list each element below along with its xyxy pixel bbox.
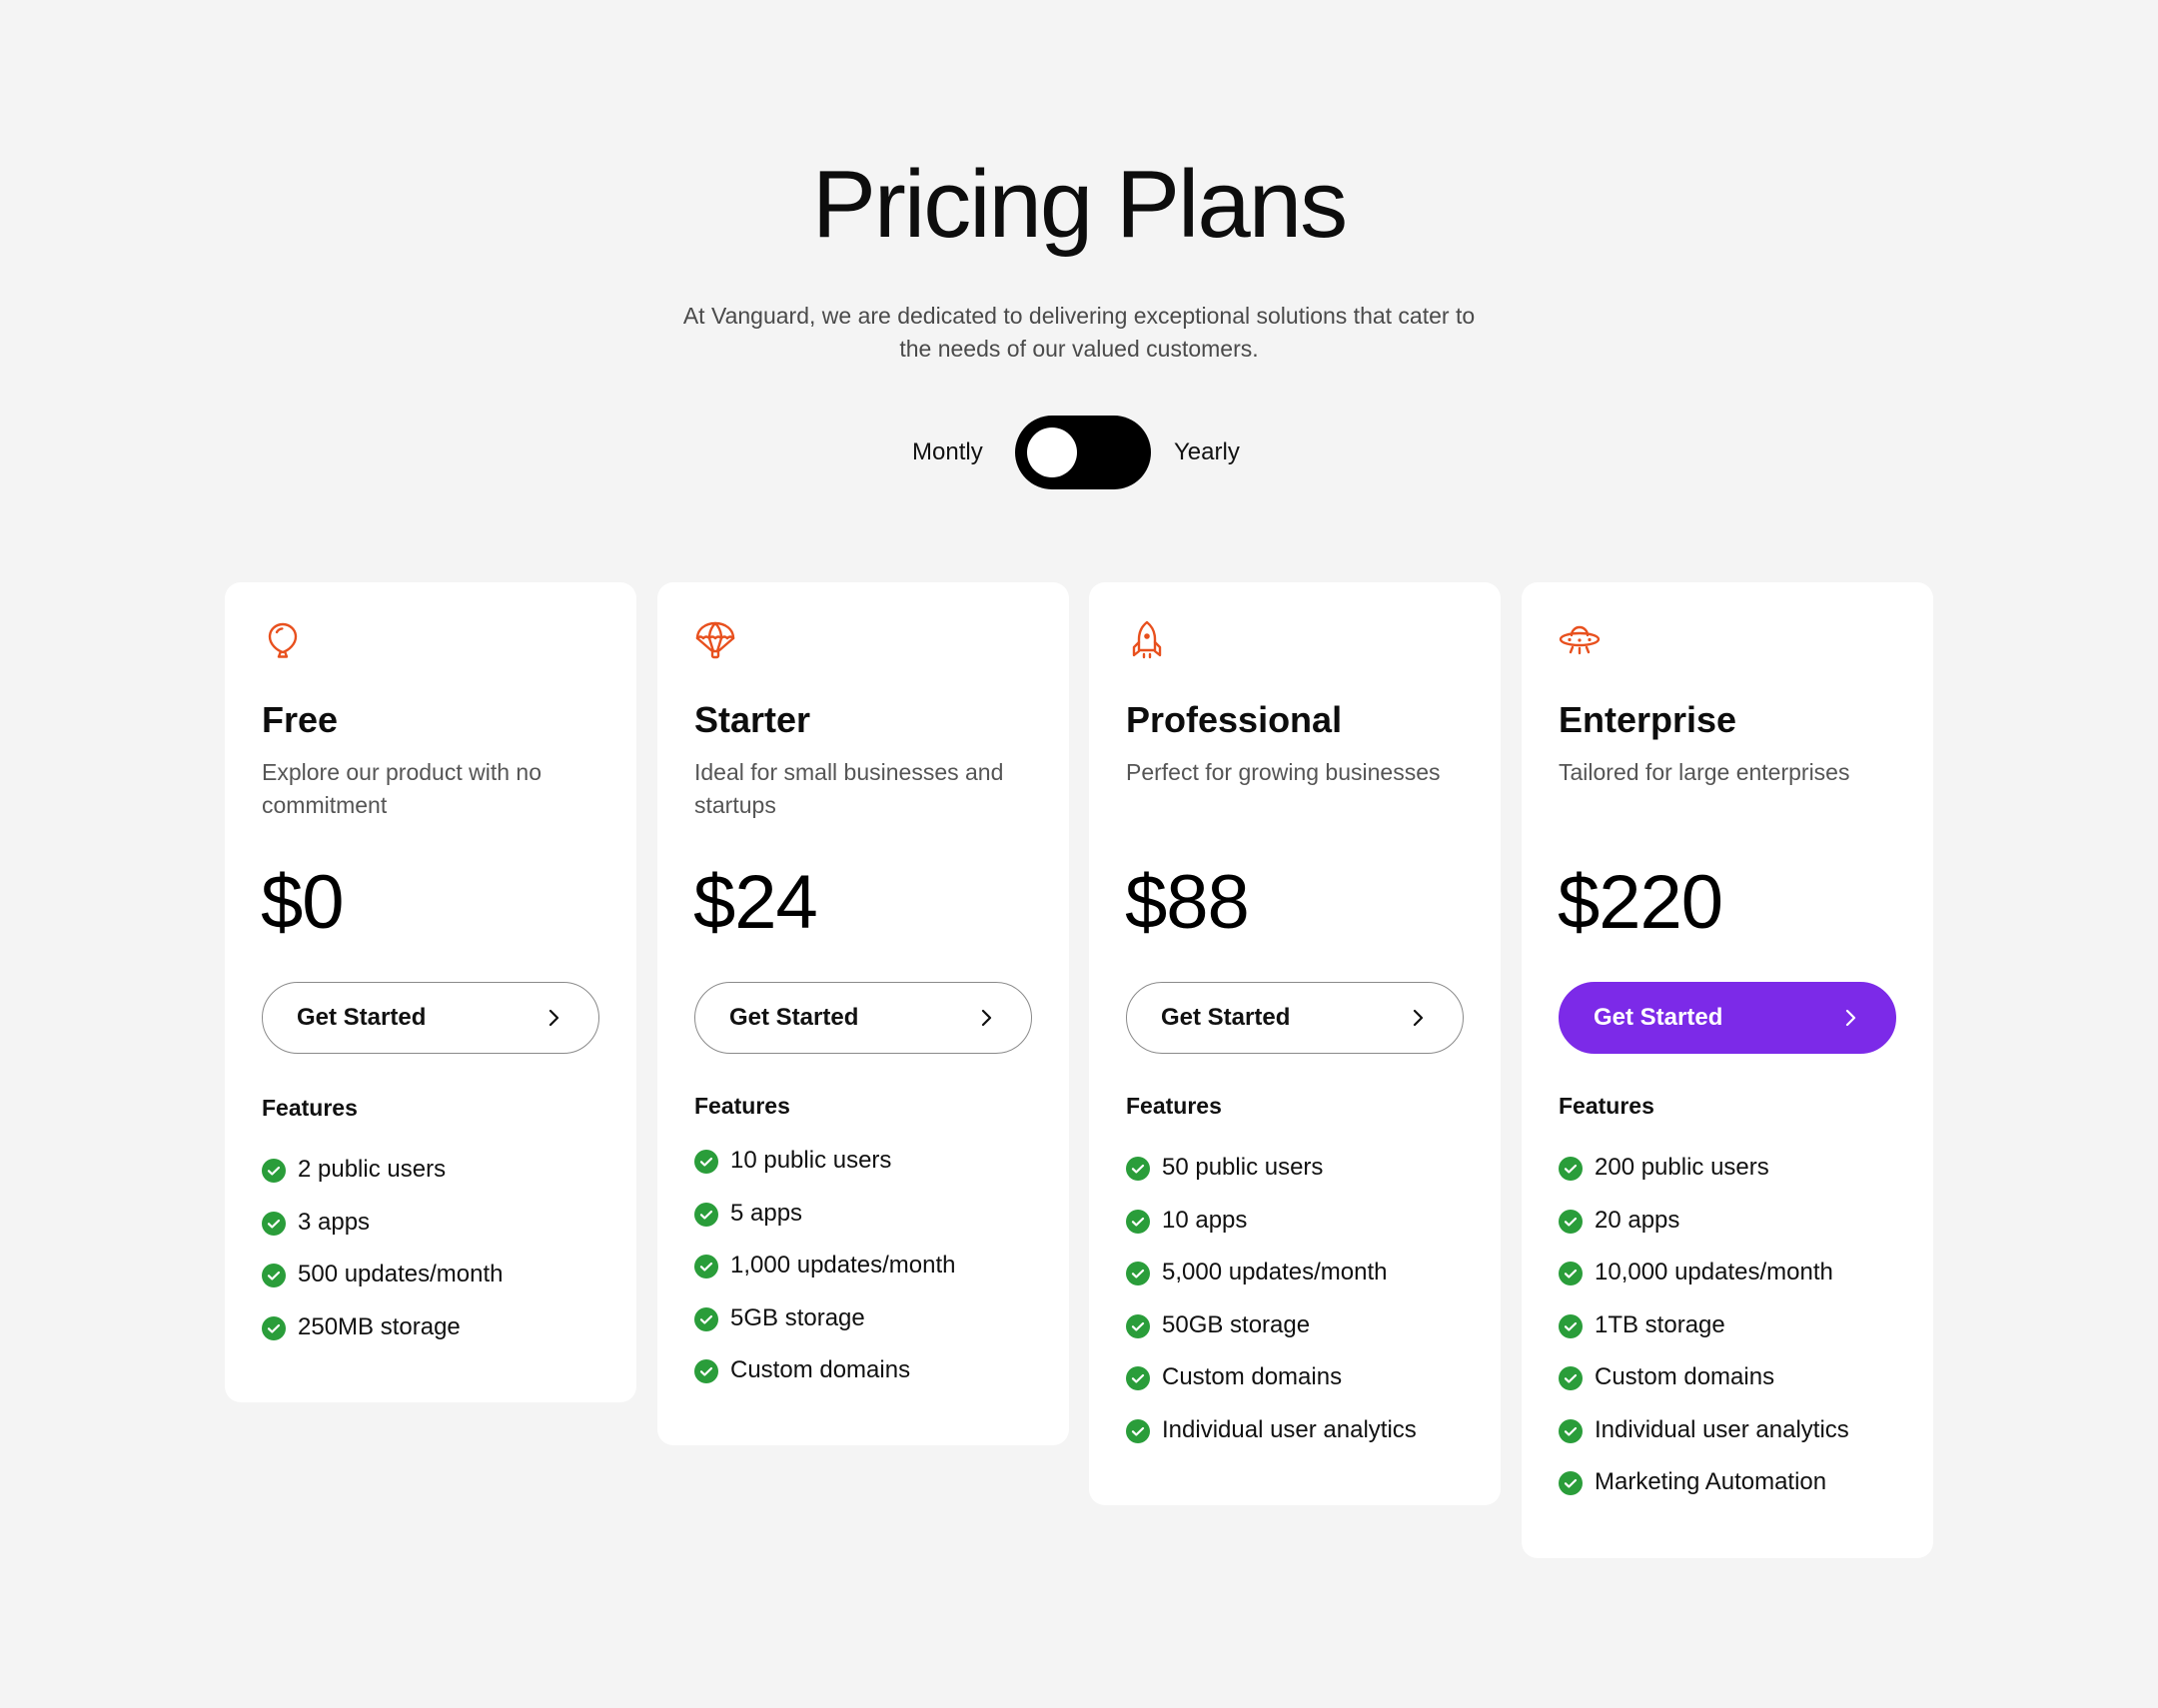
feature-text: 500 updates/month (298, 1261, 504, 1287)
check-circle-icon (1126, 1313, 1150, 1338)
plan-price: $0 (261, 860, 345, 945)
check-circle-icon (1559, 1313, 1583, 1338)
check-circle-icon (1126, 1366, 1150, 1390)
check-circle-icon (1559, 1262, 1583, 1285)
check-circle-icon (1126, 1157, 1150, 1181)
check-circle-icon (694, 1359, 718, 1383)
plan-name: Enterprise (1559, 699, 1737, 740)
chevron-right-icon (548, 1009, 559, 1027)
get-started-button-enterprise[interactable]: Get Started (1559, 982, 1896, 1054)
yearly-label[interactable]: Yearly (1174, 437, 1240, 467)
plan-card-starter: Starter Ideal for small businesses and s… (657, 582, 1069, 1445)
plan-name: Free (262, 699, 339, 740)
feature-text: 5GB storage (730, 1303, 865, 1331)
button-label: Get Started (1594, 1004, 1723, 1031)
check-circle-icon (1126, 1262, 1150, 1285)
check-circle-icon (694, 1306, 718, 1331)
parachute-icon (695, 621, 735, 659)
button-label: Get Started (729, 1004, 859, 1031)
plan-description: Ideal for small businesses and startups (694, 759, 1004, 818)
check-circle-icon (1559, 1366, 1583, 1390)
features-heading: Features (694, 1093, 790, 1119)
check-circle-icon (1559, 1418, 1583, 1443)
ufo-icon (1559, 625, 1601, 655)
feature-text: Individual user analytics (1162, 1415, 1417, 1443)
feature-text: 2 public users (298, 1156, 447, 1183)
feature-text: 1TB storage (1595, 1310, 1725, 1338)
plan-description: Perfect for growing businesses (1126, 759, 1441, 785)
check-circle-icon (262, 1264, 286, 1287)
chevron-right-icon (1845, 1009, 1856, 1027)
check-circle-icon (262, 1315, 286, 1340)
plan-price: $220 (1558, 860, 1723, 945)
feature-text: 3 apps (298, 1208, 371, 1236)
feature-text: 250MB storage (298, 1312, 461, 1340)
check-circle-icon (1126, 1209, 1150, 1234)
feature-text: 50 public users (1162, 1154, 1324, 1181)
feature-text: 10 apps (1162, 1206, 1248, 1234)
toggle-knob (1027, 427, 1077, 477)
features-heading: Features (1126, 1093, 1222, 1119)
features-heading: Features (262, 1095, 358, 1121)
feature-text: Individual user analytics (1595, 1415, 1849, 1443)
feature-text: 1,000 updates/month (730, 1252, 956, 1279)
check-circle-icon (262, 1159, 286, 1183)
button-label: Get Started (297, 1004, 427, 1031)
feature-text: Custom domains (1595, 1363, 1775, 1390)
check-circle-icon (694, 1202, 718, 1227)
features-heading: Features (1559, 1093, 1654, 1119)
chevron-right-icon (981, 1009, 992, 1027)
billing-period-toggle[interactable] (1015, 416, 1151, 489)
billing-period-toggle-row: Montly Yearly (0, 414, 2158, 489)
plan-name: Professional (1126, 699, 1343, 740)
plan-name: Starter (694, 699, 811, 740)
get-started-button-starter[interactable]: Get Started (694, 982, 1032, 1054)
plan-card-enterprise: Enterprise Tailored for large enterprise… (1522, 582, 1933, 1558)
plan-description: Explore our product with no commitment (262, 759, 541, 818)
get-started-button-professional[interactable]: Get Started (1126, 982, 1464, 1054)
feature-text: 50GB storage (1162, 1310, 1311, 1338)
plan-description: Tailored for large enterprises (1559, 759, 1850, 785)
feature-text: 10,000 updates/month (1595, 1259, 1833, 1285)
chevron-right-icon (1413, 1009, 1424, 1027)
check-circle-icon (694, 1150, 718, 1174)
check-circle-icon (262, 1211, 286, 1236)
plan-price: $24 (693, 860, 818, 945)
plan-card-professional: Professional Perfect for growing busines… (1089, 582, 1501, 1505)
plan-card-free: Free Explore our product with no commitm… (225, 582, 636, 1402)
feature-text: 5 apps (730, 1199, 803, 1227)
feature-text: 10 public users (730, 1147, 892, 1174)
feature-text: 200 public users (1595, 1154, 1769, 1181)
page-subtitle: At Vanguard, we are dedicated to deliver… (682, 303, 1476, 362)
get-started-button-free[interactable]: Get Started (262, 982, 599, 1054)
monthly-label[interactable]: Montly (912, 437, 983, 467)
rocket-icon (1132, 620, 1162, 659)
feature-text: 20 apps (1595, 1206, 1680, 1234)
button-label: Get Started (1161, 1004, 1291, 1031)
check-circle-icon (1559, 1471, 1583, 1495)
page-title: Pricing Plans (811, 151, 1348, 258)
check-circle-icon (1559, 1157, 1583, 1181)
feature-text: Custom domains (1162, 1363, 1343, 1390)
feature-text: 5,000 updates/month (1162, 1259, 1388, 1285)
check-circle-icon (694, 1255, 718, 1279)
check-circle-icon (1559, 1209, 1583, 1234)
feature-text: Custom domains (730, 1356, 911, 1383)
balloon-icon (268, 622, 298, 658)
check-circle-icon (1126, 1418, 1150, 1443)
plan-price: $88 (1125, 860, 1250, 945)
feature-text: Marketing Automation (1595, 1468, 1827, 1495)
